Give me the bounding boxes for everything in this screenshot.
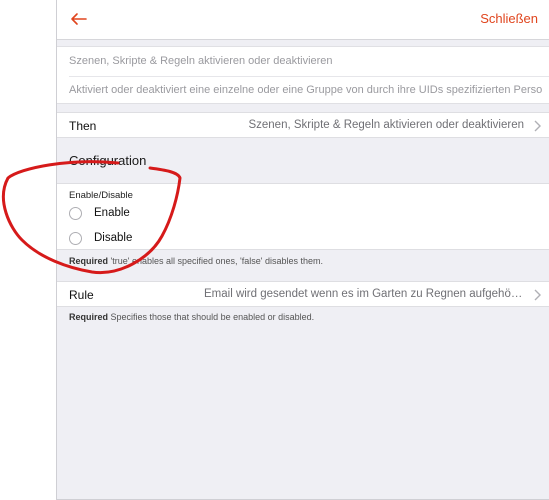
enable-disable-field: Enable/Disable Enable Disable bbox=[57, 183, 549, 250]
screen: Schließen Szenen, Skripte & Regeln aktiv… bbox=[0, 0, 549, 500]
back-arrow-icon[interactable] bbox=[69, 9, 89, 29]
help-text: 'true' enables all specified ones, 'fals… bbox=[108, 256, 324, 266]
close-button[interactable]: Schließen bbox=[480, 11, 538, 26]
divider bbox=[69, 76, 549, 77]
configuration-heading: Configuration bbox=[69, 153, 147, 168]
radio-enable[interactable]: Enable bbox=[67, 204, 287, 226]
rule-label: Rule bbox=[69, 288, 94, 302]
rule-row[interactable]: Rule Email wird gesendet wenn es im Gart… bbox=[57, 281, 549, 307]
then-label: Then bbox=[69, 119, 97, 133]
required-label: Required bbox=[69, 256, 109, 266]
radio-disable-label: Disable bbox=[94, 232, 133, 244]
info-block: Szenen, Skripte & Regeln aktivieren oder… bbox=[57, 46, 549, 104]
then-row[interactable]: Then Szenen, Skripte & Regeln aktivieren… bbox=[57, 112, 549, 138]
then-value: Szenen, Skripte & Regeln aktivieren oder… bbox=[248, 119, 524, 131]
radio-enable-label: Enable bbox=[94, 207, 130, 219]
radio-circle-icon[interactable] bbox=[69, 232, 82, 245]
radio-disable[interactable]: Disable bbox=[67, 229, 287, 251]
required-label: Required bbox=[69, 312, 109, 322]
field-title: Enable/Disable bbox=[69, 190, 133, 201]
enable-disable-help: Required 'true' enables all specified on… bbox=[69, 256, 323, 266]
rule-help: Required Specifies those that should be … bbox=[69, 312, 314, 322]
chevron-right-icon bbox=[534, 289, 541, 301]
action-description-text: Aktiviert oder deaktiviert eine einzelne… bbox=[69, 84, 543, 96]
chevron-right-icon bbox=[534, 120, 541, 132]
dialog-panel: Schließen Szenen, Skripte & Regeln aktiv… bbox=[56, 0, 549, 500]
rule-value: Email wird gesendet wenn es im Garten zu… bbox=[204, 288, 524, 300]
help-text: Specifies those that should be enabled o… bbox=[108, 312, 315, 322]
radio-circle-icon[interactable] bbox=[69, 207, 82, 220]
action-name-text: Szenen, Skripte & Regeln aktivieren oder… bbox=[69, 55, 333, 67]
top-bar: Schließen bbox=[57, 0, 549, 40]
